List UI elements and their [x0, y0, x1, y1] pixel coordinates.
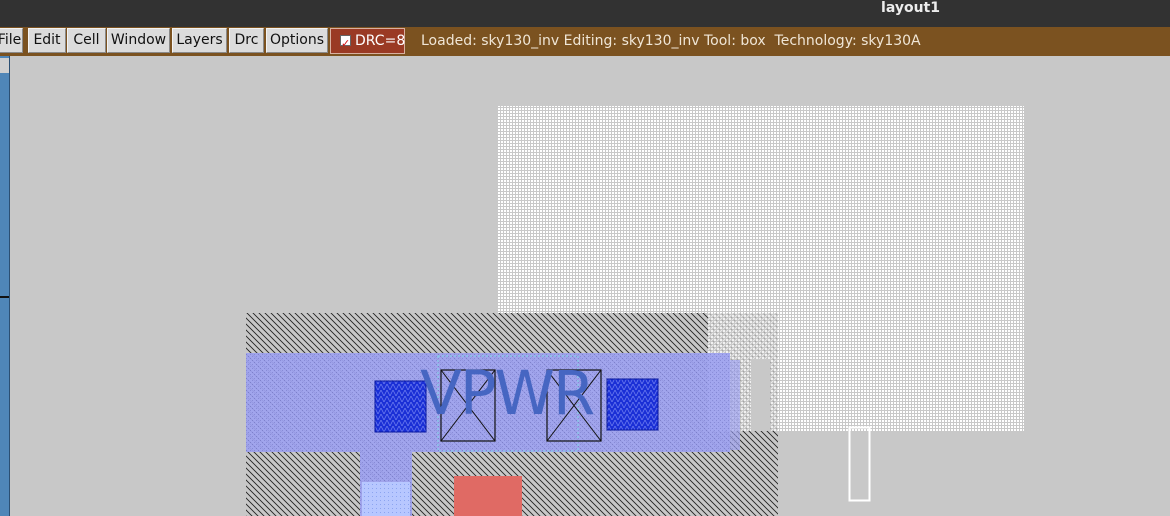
layout-canvas[interactable] [0, 0, 1170, 516]
li-tap[interactable] [362, 482, 410, 516]
contact-left[interactable] [374, 380, 427, 433]
vpwr-label: VPWR [420, 358, 595, 429]
metal-rail-edge [730, 360, 740, 450]
gap-region [751, 359, 770, 431]
box-tool-outline[interactable] [848, 426, 871, 502]
contact-right[interactable] [606, 378, 659, 431]
poly-gate[interactable] [454, 476, 522, 516]
